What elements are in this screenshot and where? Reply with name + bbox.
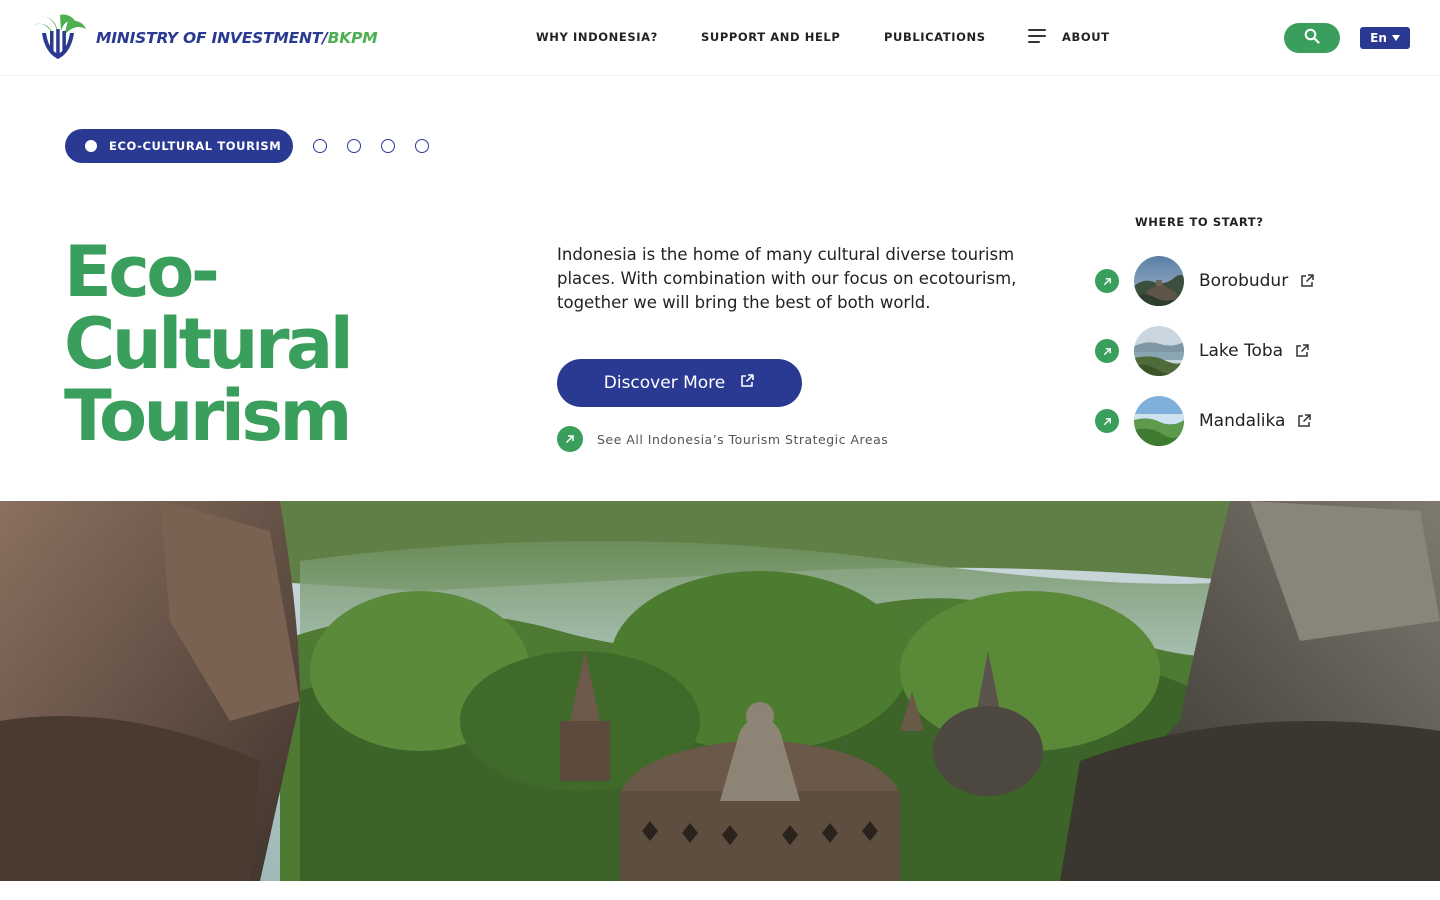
slide-tab-label: ECO-CULTURAL TOURISM xyxy=(109,139,282,153)
slide-tab-active[interactable]: ECO-CULTURAL TOURISM xyxy=(65,129,293,163)
destination-mandalika[interactable]: Mandalika xyxy=(1095,396,1312,446)
language-selector[interactable]: En xyxy=(1360,27,1410,49)
slide-dot-4[interactable] xyxy=(381,139,395,153)
external-link-icon xyxy=(1294,343,1310,359)
destination-label: Borobudur xyxy=(1199,271,1289,291)
arrow-up-right-icon xyxy=(1095,409,1119,433)
active-dot-icon xyxy=(85,140,97,152)
destination-borobudur[interactable]: Borobudur xyxy=(1095,256,1315,306)
see-all-label: See All Indonesia’s Tourism Strategic Ar… xyxy=(597,431,889,447)
hero-title-line-1: Eco- xyxy=(64,231,220,313)
external-link-icon xyxy=(1296,413,1312,429)
caret-down-icon xyxy=(1391,35,1400,41)
destination-lake-toba[interactable]: Lake Toba xyxy=(1095,326,1310,376)
discover-more-label: Discover More xyxy=(603,373,726,393)
hero-image xyxy=(0,501,1440,881)
hamburger-menu-icon[interactable] xyxy=(1028,29,1046,45)
destination-label: Mandalika xyxy=(1199,411,1286,431)
logo[interactable]: MINISTRY OF INVESTMENT/BKPM xyxy=(30,11,378,65)
arrow-up-right-icon xyxy=(557,426,583,452)
nav-publications[interactable]: PUBLICATIONS xyxy=(884,30,986,44)
slide-dot-3[interactable] xyxy=(347,139,361,153)
logo-text: MINISTRY OF INVESTMENT/BKPM xyxy=(96,29,378,47)
arrow-up-right-icon xyxy=(1095,269,1119,293)
where-to-start-heading: WHERE TO START? xyxy=(1135,215,1264,229)
nav-why-indonesia[interactable]: WHY INDONESIA? xyxy=(536,30,658,44)
search-icon xyxy=(1304,28,1320,48)
borobudur-thumbnail xyxy=(1134,256,1184,306)
hero-description: Indonesia is the home of many cultural d… xyxy=(557,245,1017,312)
destination-label: Lake Toba xyxy=(1199,341,1284,361)
external-link-icon xyxy=(739,373,755,394)
nav-about[interactable]: ABOUT xyxy=(1062,30,1110,44)
hero-title: Eco- Cultural Tourism xyxy=(64,236,504,452)
logo-text-accent: BKPM xyxy=(327,29,378,47)
lake-toba-thumbnail xyxy=(1134,326,1184,376)
hero-title-line-2: Cultural xyxy=(64,303,354,385)
hero-title-line-3: Tourism xyxy=(64,375,353,457)
nav-support-and-help[interactable]: SUPPORT AND HELP xyxy=(701,30,840,44)
logo-text-main: MINISTRY OF INVESTMENT/ xyxy=(96,29,328,47)
mandalika-thumbnail xyxy=(1134,396,1184,446)
arrow-up-right-icon xyxy=(1095,339,1119,363)
external-link-icon xyxy=(1299,273,1315,289)
site-header: MINISTRY OF INVESTMENT/BKPM WHY INDONESI… xyxy=(0,0,1440,76)
see-all-strategic-areas-link[interactable]: See All Indonesia’s Tourism Strategic Ar… xyxy=(557,426,888,452)
language-label: En xyxy=(1370,31,1387,45)
slide-dot-5[interactable] xyxy=(415,139,429,153)
search-button[interactable] xyxy=(1284,23,1340,53)
slide-dot-2[interactable] xyxy=(313,139,327,153)
discover-more-button[interactable]: Discover More xyxy=(557,359,802,407)
bkpm-logo-icon xyxy=(30,11,88,65)
